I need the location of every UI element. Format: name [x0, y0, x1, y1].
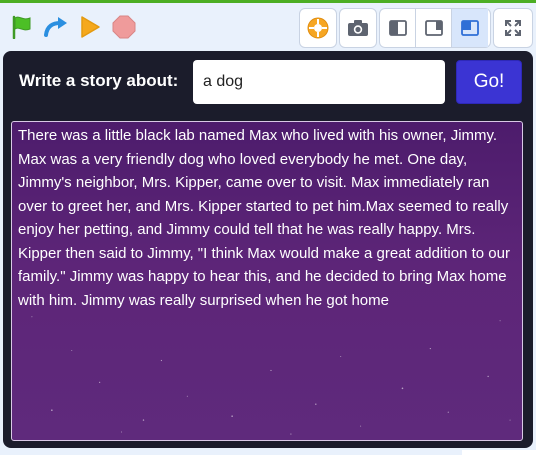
addon-button-group [299, 8, 337, 48]
fullscreen-icon [505, 20, 521, 36]
addon-button[interactable] [300, 9, 336, 47]
go-button[interactable]: Go! [456, 60, 522, 104]
generated-story-text: There was a little black lab named Max w… [18, 127, 510, 309]
run-button[interactable] [74, 11, 106, 43]
prompt-label: Write a story about: [19, 71, 179, 90]
turbo-button[interactable] [40, 11, 72, 43]
bottom-edge-strip [462, 450, 536, 455]
large-stage-button[interactable] [452, 9, 488, 47]
small-stage-icon [388, 20, 407, 36]
camera-button-group [339, 8, 377, 48]
fullscreen-button-group [493, 8, 533, 48]
stage-layout-group [379, 8, 491, 48]
screenshot-button[interactable] [340, 9, 376, 47]
green-flag-icon [12, 15, 31, 39]
addon-icon [307, 17, 329, 39]
play-icon [81, 16, 100, 38]
green-flag-button[interactable] [6, 11, 38, 43]
normal-stage-icon [424, 20, 443, 36]
normal-stage-button[interactable] [416, 9, 452, 47]
story-topic-input[interactable] [193, 60, 445, 104]
large-stage-icon [461, 20, 479, 36]
stop-button[interactable] [108, 11, 140, 43]
stop-icon [112, 15, 136, 39]
stage-toolbar [0, 3, 536, 51]
turbo-arrow-icon [44, 17, 67, 37]
small-stage-button[interactable] [380, 9, 416, 47]
story-output-box: There was a little black lab named Max w… [11, 121, 523, 441]
fullscreen-button[interactable] [494, 9, 532, 47]
stage-canvas: Write a story about: Go! There was a lit… [3, 51, 533, 448]
camera-icon [348, 20, 368, 36]
